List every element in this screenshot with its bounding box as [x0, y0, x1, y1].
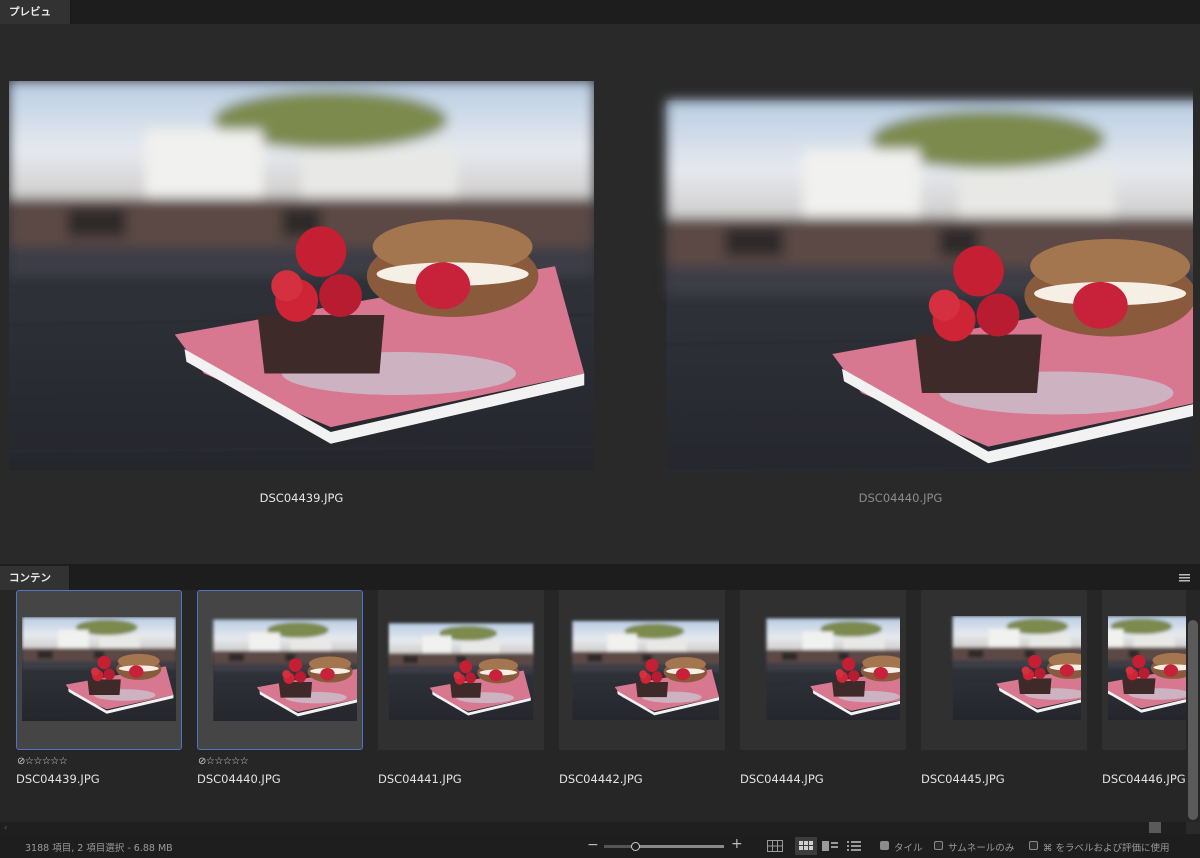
list-view-icon[interactable] [847, 841, 861, 851]
rating-stars[interactable]: ☆☆☆☆☆ [206, 756, 249, 767]
thumbnail-cell[interactable] [921, 590, 1087, 750]
content-grid: ⊘☆☆☆☆☆ DSC04439.JPG ⊘☆☆☆☆☆ DSC04440.JPG … [0, 590, 1200, 822]
thumbnail-cell[interactable] [740, 590, 906, 750]
thumbnail-image[interactable] [22, 617, 176, 721]
rating-stars[interactable]: ☆☆☆☆☆ [25, 756, 68, 767]
tile-checkbox[interactable] [880, 841, 889, 850]
thumbnail-view-icon [799, 841, 813, 850]
preview-image-1[interactable] [9, 81, 594, 471]
thumbnail-image[interactable] [1108, 616, 1186, 720]
preview-image-2[interactable] [608, 81, 1193, 471]
thumbnail-filename: DSC04444.JPG [740, 772, 824, 786]
thumbnail-image[interactable] [565, 616, 719, 720]
rating-row[interactable]: ⊘☆☆☆☆☆ [17, 756, 68, 767]
content-tab-bar: コンテンツ [0, 564, 1200, 608]
zoom-slider[interactable] [604, 842, 724, 851]
thumbnail-cell[interactable] [16, 590, 182, 750]
zoom-out-icon[interactable]: − [587, 837, 599, 853]
reject-icon[interactable]: ⊘ [198, 756, 206, 767]
thumbnail-image[interactable] [203, 617, 357, 721]
thumbnail-filename: DSC04439.JPG [16, 772, 100, 786]
preview-tab-bar: プレビュー [0, 0, 1200, 42]
use-command-label: ⌘ をラベルおよび評価に使用 [1043, 843, 1170, 854]
tab-contents[interactable]: コンテンツ [0, 566, 70, 608]
rating-row[interactable]: ⊘☆☆☆☆☆ [198, 756, 249, 767]
hamburger-menu-icon[interactable] [1179, 574, 1190, 582]
preview-pane: DSC04439.JPG DSC04440.JPG [0, 24, 1200, 564]
thumbnail-filename: DSC04441.JPG [378, 772, 462, 786]
preview-filename-2: DSC04440.JPG [858, 491, 943, 505]
thumbnail-image[interactable] [927, 616, 1081, 720]
thumbnail-only-label: サムネールのみ [948, 843, 1015, 854]
thumbnail-filename: DSC04440.JPG [197, 772, 281, 786]
thumbnail-image[interactable] [746, 616, 900, 720]
details-view-icon[interactable] [822, 841, 838, 851]
thumbnail-filename: DSC04445.JPG [921, 772, 1005, 786]
horizontal-scrollbar[interactable]: ‹ [0, 822, 1200, 834]
scroll-corner [1186, 822, 1200, 834]
scroll-left-icon[interactable]: ‹ [4, 822, 7, 834]
horizontal-scrollbar-thumb[interactable] [1149, 822, 1161, 833]
thumbnail-cell[interactable] [378, 590, 544, 750]
status-summary: 3188 項目, 2 項目選択 - 6.88 MB [25, 843, 173, 854]
vertical-scrollbar-thumb[interactable] [1188, 620, 1198, 820]
use-command-checkbox[interactable] [1029, 841, 1038, 850]
zoom-slider-handle[interactable] [631, 842, 640, 851]
zoom-in-icon[interactable]: + [731, 836, 743, 852]
tab-preview[interactable]: プレビュー [0, 0, 71, 42]
thumbnail-only-checkbox[interactable] [934, 841, 943, 850]
status-bar: 3188 項目, 2 項目選択 - 6.88 MB − + タイル サムネールの… [0, 834, 1200, 858]
thumbnail-image[interactable] [384, 616, 538, 720]
reject-icon[interactable]: ⊘ [17, 756, 25, 767]
thumbnail-cell[interactable] [197, 590, 363, 750]
thumbnail-filename: DSC04446.JPG [1102, 772, 1186, 786]
tile-label: タイル [894, 843, 923, 854]
grid-view-icon[interactable] [767, 840, 783, 852]
thumbnail-view-button[interactable] [795, 837, 817, 855]
preview-filename-1: DSC04439.JPG [259, 491, 344, 505]
thumbnail-cell[interactable] [1102, 590, 1186, 750]
thumbnail-filename: DSC04442.JPG [559, 772, 643, 786]
thumbnail-cell[interactable] [559, 590, 725, 750]
